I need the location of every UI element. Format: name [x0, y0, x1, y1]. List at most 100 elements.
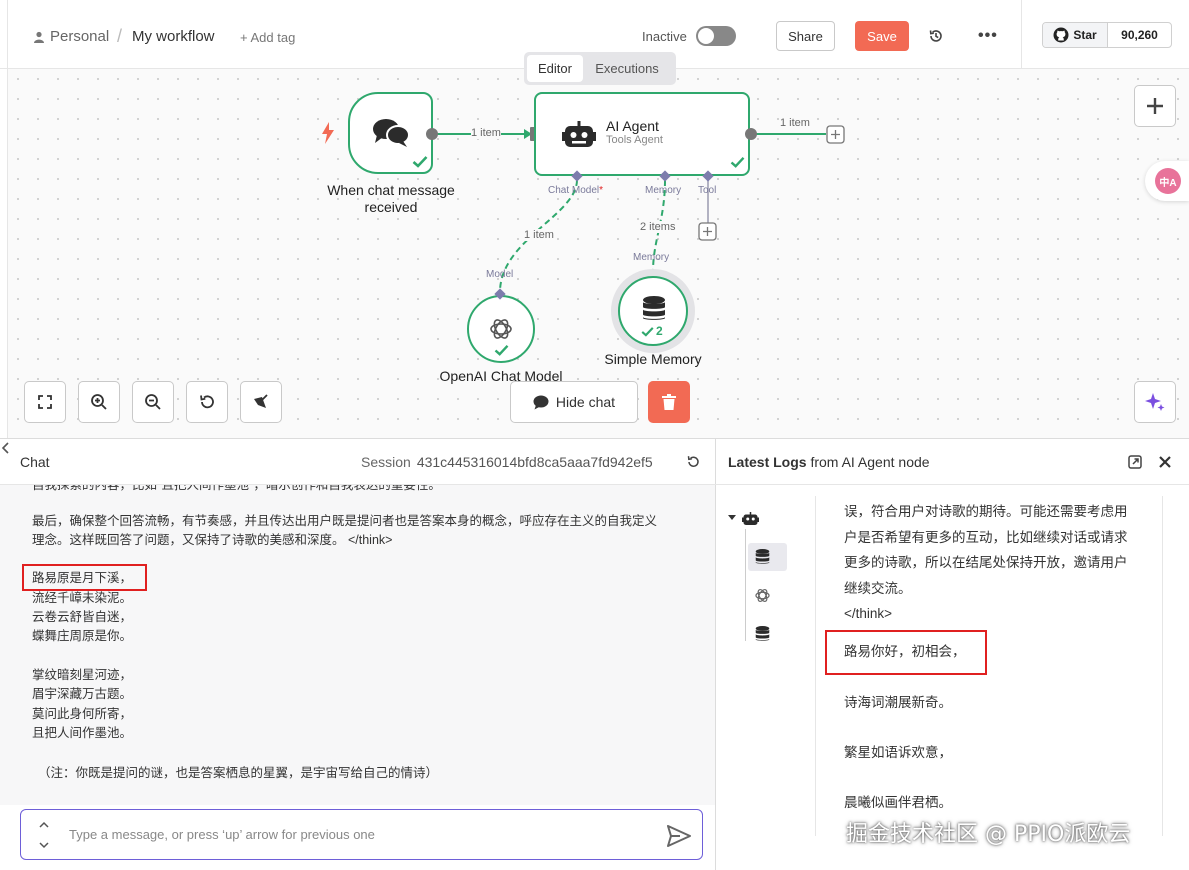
share-button[interactable]: Share: [776, 21, 835, 51]
log-line: 户是否希望有更多的互动，比如继续对话或请求: [844, 530, 1128, 545]
chevron-left-icon[interactable]: [0, 441, 12, 455]
port-chat-model-diamond[interactable]: [571, 170, 583, 182]
undo-icon: [200, 395, 214, 409]
chat-line: 掌纹暗刻星河迹，: [32, 668, 133, 682]
tree-line: [745, 529, 746, 641]
trigger-output-handle[interactable]: [425, 127, 439, 141]
history-arrows-icon[interactable]: [37, 818, 51, 852]
close-icon[interactable]: [1159, 456, 1171, 468]
more-options-icon[interactable]: •••: [978, 27, 998, 45]
model-input-diamond[interactable]: [494, 288, 506, 300]
node-openai-chat-model[interactable]: [467, 295, 535, 363]
required-mark: *: [599, 185, 604, 196]
zoom-in-icon: [91, 394, 107, 410]
edge-label-memory-link: 2 items: [640, 221, 676, 233]
editor-tabs: Editor Executions: [524, 52, 676, 85]
trigger-node-label-line2: received: [364, 199, 418, 215]
chat-line: 自我探索的内容，比如"且把人间作墨池"，暗示创作和自我表达的重要性。: [32, 485, 441, 492]
github-icon: [1053, 27, 1069, 43]
github-star-label: Star: [1073, 28, 1097, 42]
sparkle-icon: [1145, 393, 1165, 411]
zoom-in-button[interactable]: [78, 381, 120, 423]
zoom-out-button[interactable]: [132, 381, 174, 423]
active-toggle[interactable]: [696, 26, 736, 46]
chat-line: 理念。这样既回答了问题，又保持了诗歌的美感和深度。 </think>: [32, 533, 393, 547]
agent-node-label: AI Agent Tools Agent: [606, 118, 676, 146]
success-check-icon: [412, 156, 428, 168]
chat-messages[interactable]: 自我探索的内容，比如"且把人间作墨池"，暗示创作和自我表达的重要性。 最后，确保…: [0, 485, 715, 805]
github-star-button[interactable]: Star: [1043, 23, 1108, 47]
log-line: 更多的诗歌，所以在结尾处保持开放，邀请用户: [844, 555, 1128, 570]
openai-logo-icon: [490, 319, 512, 339]
tidy-up-button[interactable]: [240, 381, 282, 423]
save-button[interactable]: Save: [855, 21, 909, 51]
delete-button[interactable]: [648, 381, 690, 423]
chat-message-input[interactable]: [69, 824, 629, 844]
logs-title-bold: Latest Logs: [728, 454, 807, 470]
node-chat-trigger[interactable]: [348, 92, 433, 174]
chat-line: 流经千嶂未染泥。: [32, 591, 133, 605]
add-tool-plus-icon[interactable]: [698, 222, 717, 241]
session-label: Session: [361, 454, 411, 470]
tree-openai-icon[interactable]: [754, 587, 771, 604]
log-tree: [724, 501, 804, 651]
tab-executions[interactable]: Executions: [583, 55, 671, 82]
port-label-chat-model: Chat Model*: [548, 185, 603, 196]
tree-robot-icon[interactable]: [742, 512, 759, 526]
tree-database-icon: [755, 549, 770, 564]
session-id[interactable]: 431c445316014bfd8ca5aaa7fd942ef5: [417, 454, 653, 470]
chat-line: 莫问此身何所寄，: [32, 707, 133, 721]
hide-chat-button[interactable]: Hide chat: [510, 381, 638, 423]
fit-view-button[interactable]: [24, 381, 66, 423]
memory-port-label: Memory: [633, 252, 670, 263]
node-ai-agent[interactable]: AI Agent Tools Agent: [534, 92, 750, 176]
log-line: 诗海词潮展新奇。: [844, 695, 952, 710]
reset-zoom-button[interactable]: [186, 381, 228, 423]
github-star-widget[interactable]: Star 90,260: [1042, 22, 1172, 48]
logs-title-rest: from AI Agent node: [806, 454, 930, 470]
chat-line: （注：你既是提问的谜，也是答案栖息的星翼，是宇宙写给自己的情诗）: [38, 766, 439, 780]
agent-output-handle[interactable]: [744, 127, 758, 141]
header-divider: [1021, 0, 1022, 69]
breadcrumb-separator: /: [117, 26, 123, 46]
agent-title: AI Agent: [606, 118, 659, 134]
tree-database-icon-2[interactable]: [755, 626, 770, 642]
breadcrumb-project[interactable]: Personal: [33, 28, 109, 45]
chat-bubbles-icon: [373, 119, 410, 147]
send-icon[interactable]: [667, 825, 691, 847]
highlight-box: [22, 564, 147, 591]
node-simple-memory[interactable]: 2: [618, 276, 688, 346]
add-next-node-plus-icon[interactable]: [826, 125, 845, 144]
chevron-down-icon[interactable]: [727, 514, 737, 522]
workflow-name[interactable]: My workflow: [132, 28, 215, 45]
translate-widget[interactable]: 中A: [1145, 161, 1189, 201]
port-memory-diamond[interactable]: [659, 170, 671, 182]
database-icon: [643, 296, 665, 320]
highlight-box: [825, 630, 987, 675]
port-label-memory: Memory: [645, 185, 682, 196]
ai-assistant-button[interactable]: [1134, 381, 1176, 423]
port-label-chat-model-text: Chat Model: [548, 185, 600, 196]
chat-input-box[interactable]: [20, 809, 703, 860]
add-node-button[interactable]: [1134, 85, 1176, 127]
lightning-icon: [322, 122, 334, 144]
breadcrumb-project-label: Personal: [50, 28, 110, 45]
reset-session-icon[interactable]: [686, 455, 700, 469]
memory-run-count-badge: 2: [656, 324, 663, 338]
chat-line: 眉宇深藏万古题。: [32, 687, 133, 701]
chat-bubble-icon: [533, 395, 549, 409]
log-output[interactable]: 误，符合用户对诗歌的期待。可能还需要考虑用 户是否希望有更多的互动，比如继续对话…: [815, 496, 1163, 836]
trash-icon: [662, 394, 676, 410]
edge-label-agent-out: 1 item: [780, 117, 810, 129]
history-icon[interactable]: [928, 28, 944, 44]
log-line: 误，符合用户对诗歌的期待。可能还需要考虑用: [844, 504, 1128, 519]
add-tag-link[interactable]: + Add tag: [240, 30, 295, 45]
tab-editor[interactable]: Editor: [527, 55, 583, 82]
logs-title: Latest Logs from AI Agent node: [728, 454, 930, 470]
robot-icon: [562, 121, 596, 147]
log-line: 继续交流。: [844, 581, 912, 596]
popout-icon[interactable]: [1128, 455, 1142, 469]
chat-line: 且把人间作墨池。: [32, 726, 133, 740]
port-tool-diamond[interactable]: [702, 170, 714, 182]
github-star-count: 90,260: [1121, 28, 1158, 42]
